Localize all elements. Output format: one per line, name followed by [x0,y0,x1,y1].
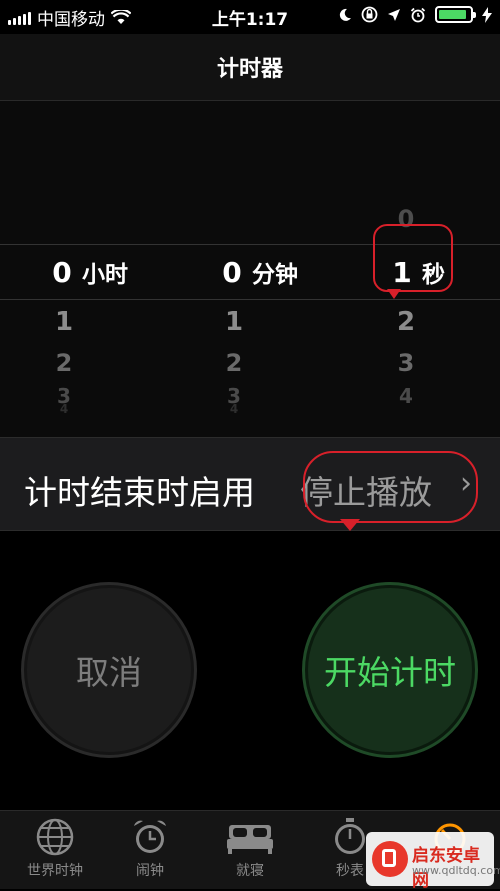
tab-label: 世界时钟 [27,863,83,879]
hours-unit: 小时 [82,262,128,288]
start-button[interactable]: 开始计时 [305,585,475,755]
alarm-icon [410,7,426,22]
tab-alarm[interactable]: 闹钟 [100,817,200,880]
hours-option: 4 [59,402,69,416]
watermark-logo: 启东安卓网 www.qdltdq.com [366,832,500,891]
minutes-option: 1 [224,307,244,337]
minutes-wheel[interactable]: 0 分钟 1 2 3 4 [214,101,354,437]
hours-option: 2 [55,349,73,377]
tab-label: 就寝 [236,863,264,879]
status-bar: 中国移动 上午1:17 [0,0,500,34]
hours-option: 1 [54,307,74,337]
annotation-highlight [373,224,453,292]
seconds-option: 2 [396,307,416,337]
minutes-selected: 0 分钟 [214,255,298,289]
watermark-icon [372,841,408,877]
minutes-option: 2 [225,349,243,377]
when-timer-ends-label: 计时结束时启用 [24,473,255,512]
seconds-option: 3 [397,349,415,377]
globe-icon [36,818,74,856]
rotation-lock-icon [361,6,378,23]
seconds-option: 4 [399,384,413,408]
tab-label: 闹钟 [136,863,164,879]
alarm-clock-icon [134,820,166,853]
tab-world-clock[interactable]: 世界时钟 [5,817,105,880]
minutes-unit: 分钟 [252,262,298,288]
annotation-highlight [303,451,478,523]
charging-icon [482,6,492,23]
stopwatch-icon [335,818,365,854]
hours-value: 0 [52,256,72,289]
nav-bar: 计时器 [0,34,500,101]
hours-wheel[interactable]: 0 小时 1 2 3 4 [44,101,184,437]
minutes-value: 0 [222,256,242,289]
moon-icon [339,8,351,21]
location-icon [388,8,400,21]
minutes-option: 4 [229,402,239,416]
bed-icon [227,825,273,854]
battery-icon [435,6,476,23]
annotation-pointer [387,289,401,299]
cancel-button[interactable]: 取消 [24,585,194,755]
tab-bedtime[interactable]: 就寝 [200,817,300,880]
page-title: 计时器 [216,57,283,82]
hours-selected: 0 小时 [44,255,128,289]
annotation-pointer [340,519,360,531]
watermark-url: www.qdltdq.com [412,864,500,877]
